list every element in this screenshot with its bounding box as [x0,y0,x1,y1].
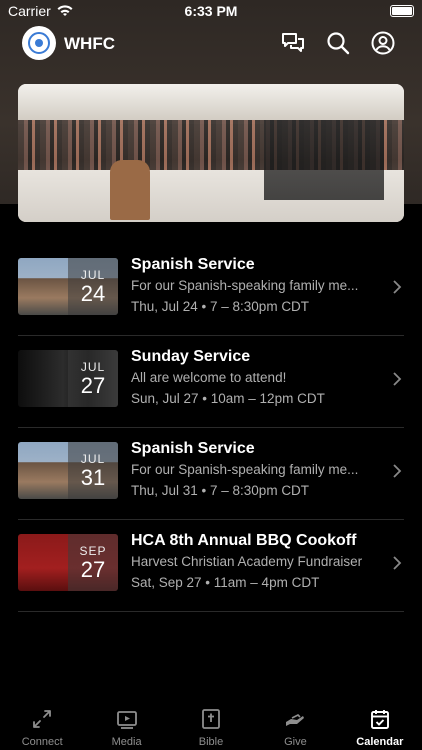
event-time: Sat, Sep 27 • 11am – 4pm CDT [131,575,320,590]
event-title: Spanish Service [131,256,255,273]
hero-image[interactable] [18,84,404,222]
event-month: JUL [80,359,106,374]
tab-label: Calendar [356,736,404,748]
event-day: 27 [80,556,106,582]
tab-label: Media [111,736,142,748]
give-icon [286,714,305,726]
event-description: For our Spanish-speaking family me... [131,278,359,293]
chevron-right-icon [393,556,402,570]
tab-connect[interactable]: Connect [0,700,84,750]
tab-bar: Connect Media Bible Give Calendar [0,700,422,750]
profile-icon[interactable] [370,30,396,56]
status-time: 6:33 PM [184,3,238,19]
event-row[interactable]: JUL 24 Spanish Service For our Spanish-s… [18,244,404,336]
event-day: 27 [80,372,106,398]
event-row[interactable]: JUL 31 Spanish Service For our Spanish-s… [18,428,404,520]
tab-bible[interactable]: Bible [169,700,253,750]
event-month: JUL [80,451,106,466]
status-bar: Carrier 6:33 PM [0,0,422,22]
event-row[interactable]: JUL 27 Sunday Service All are welcome to… [18,336,404,428]
event-description: All are welcome to attend! [131,370,287,385]
event-thumbnail: JUL 31 [18,442,118,499]
search-icon[interactable] [325,30,351,56]
event-day: 31 [80,464,106,490]
app-header: WHFC [0,24,422,64]
calendar-icon [370,710,389,729]
event-time: Thu, Jul 31 • 7 – 8:30pm CDT [131,483,310,498]
tab-calendar[interactable]: Calendar [338,700,422,750]
event-row[interactable]: SEP 27 HCA 8th Annual BBQ Cookoff Harves… [18,520,404,612]
church-logo[interactable] [22,26,56,60]
chevron-right-icon [393,280,402,294]
chevron-right-icon [393,464,402,478]
chevron-right-icon [393,372,402,386]
event-thumbnail: SEP 27 [18,534,118,591]
tab-label: Connect [21,736,63,748]
tab-label: Bible [198,736,224,748]
event-title: Sunday Service [131,348,251,365]
event-month: JUL [80,267,106,282]
tab-media[interactable]: Media [84,700,168,750]
bible-icon [202,709,220,729]
event-month: SEP [79,543,107,558]
tab-give[interactable]: Give [253,700,337,750]
app-title: WHFC [64,34,115,53]
event-title: HCA 8th Annual BBQ Cookoff [131,532,357,549]
event-description: For our Spanish-speaking family me... [131,462,359,477]
battery-icon [390,5,414,17]
chat-icon[interactable] [280,30,306,56]
event-thumbnail: JUL 27 [18,350,118,407]
media-icon [116,711,137,729]
event-thumbnail: JUL 24 [18,258,118,315]
event-day: 24 [80,280,106,306]
event-description: Harvest Christian Academy Fundraiser [131,554,363,569]
tab-label: Give [284,736,307,748]
event-time: Sun, Jul 27 • 10am – 12pm CDT [131,391,325,406]
connect-icon [33,710,52,728]
event-title: Spanish Service [131,440,255,457]
event-time: Thu, Jul 24 • 7 – 8:30pm CDT [131,299,310,314]
